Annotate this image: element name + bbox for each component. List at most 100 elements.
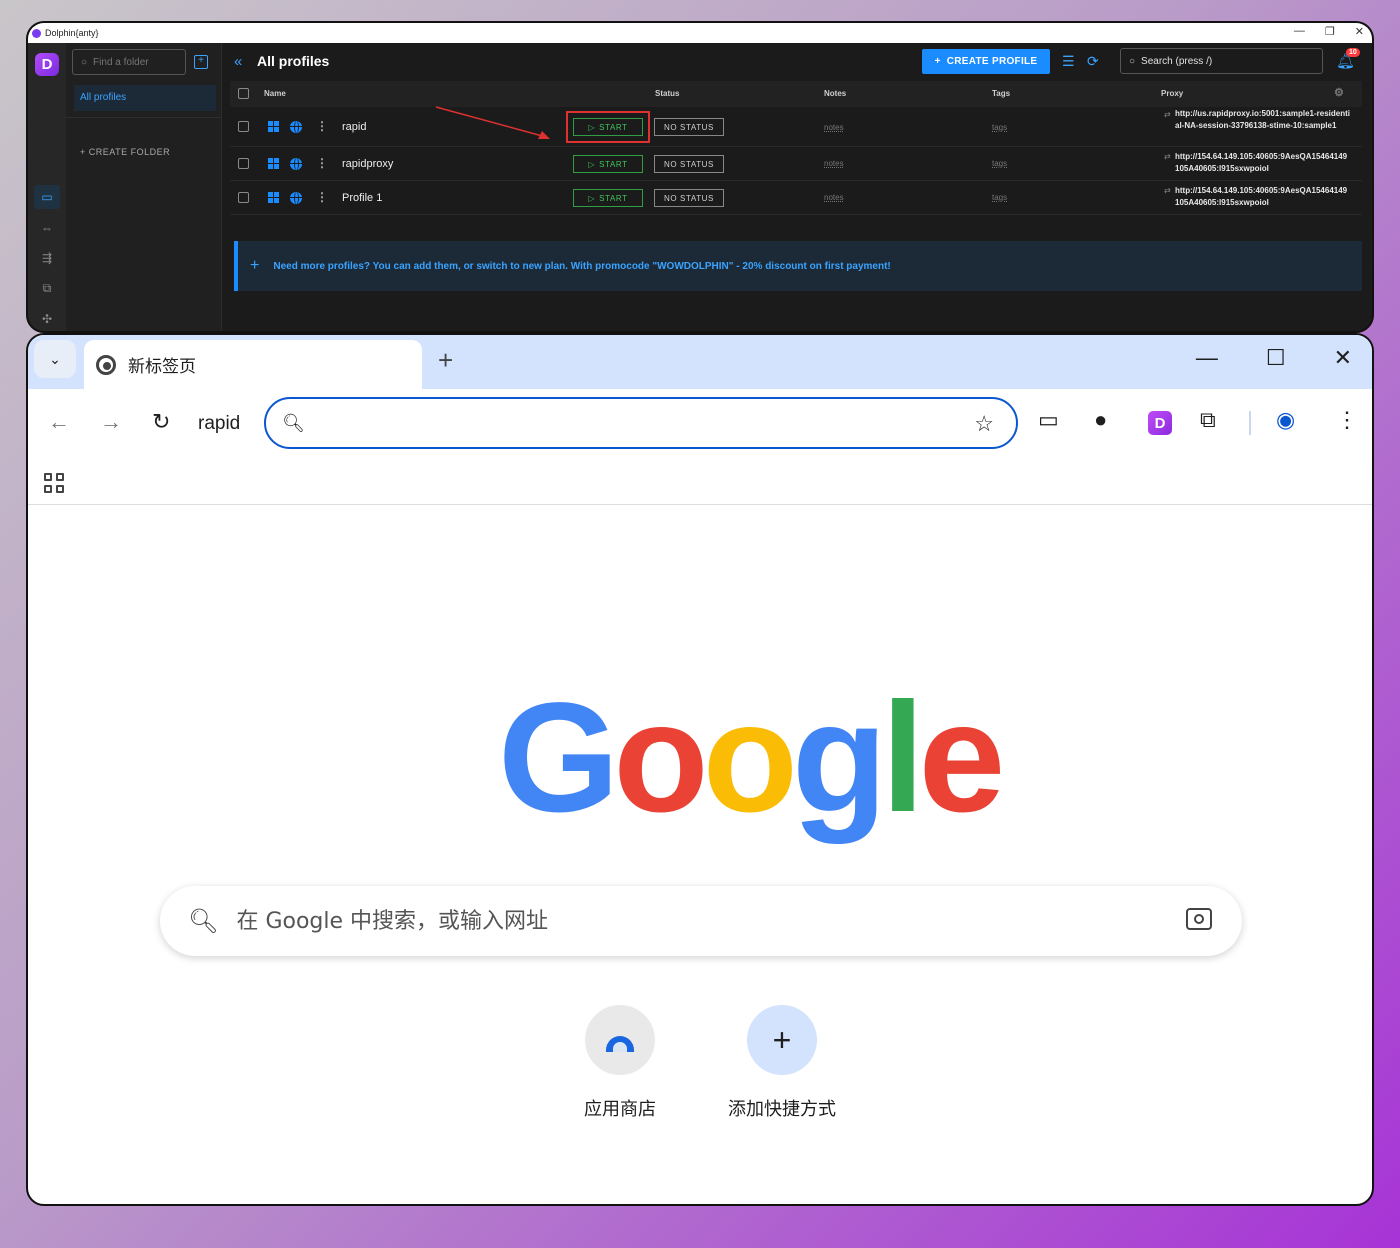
refresh-icon[interactable]: ⟳	[1087, 53, 1099, 70]
new-tab-plus-icon[interactable]: +	[438, 345, 453, 376]
row-menu-icon[interactable]: ⋮	[316, 190, 328, 204]
back-icon[interactable]: ←	[48, 409, 70, 435]
promo-banner[interactable]: + Need more profiles? You can add them, …	[234, 241, 1362, 291]
profile-avatar-icon[interactable]: ◉	[1276, 407, 1295, 433]
col-notes[interactable]: Notes	[824, 89, 846, 98]
extensions-nav-icon[interactable]: ✣	[34, 307, 60, 331]
forward-icon[interactable]: →	[100, 409, 122, 435]
tab-strip: ⌄ 新标签页 + — ☐ ✕	[28, 335, 1372, 389]
link-nav-icon[interactable]: ⇔	[34, 215, 60, 239]
dolphin-logo-icon	[32, 28, 41, 38]
copy-nav-icon[interactable]: ⧉	[34, 276, 60, 300]
reload-icon[interactable]: ↻	[152, 409, 170, 435]
chrome-window: ⌄ 新标签页 + — ☐ ✕ ← → ↻ rapid 🔍︎ ☆ ▭ ● D ⧉ …	[26, 333, 1374, 1206]
profile-search[interactable]: ○	[1120, 48, 1323, 74]
more-menu-icon[interactable]: ⋮	[1336, 407, 1358, 433]
profile-name[interactable]: rapidproxy	[342, 158, 393, 170]
close-icon[interactable]: ✕	[1334, 345, 1352, 371]
bookmark-star-icon[interactable]: ☆	[974, 411, 994, 437]
notes-field[interactable]: notes	[824, 193, 844, 202]
profile-name[interactable]: Profile 1	[342, 192, 382, 204]
close-icon[interactable]: ✕	[1355, 25, 1364, 38]
globe-icon	[290, 192, 302, 204]
search-icon: 🔍︎	[188, 907, 219, 935]
col-proxy[interactable]: Proxy	[1161, 89, 1183, 98]
table-row[interactable]: ⋮ rapid ▷ START NO STATUS notes tags ⇄ ht…	[230, 107, 1362, 147]
select-all-checkbox[interactable]	[238, 88, 249, 99]
status-button[interactable]: NO STATUS	[654, 155, 724, 173]
add-folder-icon[interactable]: +	[194, 55, 208, 69]
folder-all-profiles[interactable]: All profiles	[74, 85, 216, 111]
window-controls: — ☐ ✕	[1196, 345, 1352, 371]
col-status[interactable]: Status	[655, 89, 679, 98]
table-row[interactable]: ⋮ rapidproxy ▷ START NO STATUS notes tags…	[230, 147, 1362, 181]
table-header: Name Status Notes Tags Proxy ⚙	[230, 81, 1362, 107]
profile-name[interactable]: rapid	[342, 121, 366, 133]
minimize-icon[interactable]: —	[1196, 345, 1218, 371]
shortcut-add[interactable]: + 添加快捷方式	[722, 1005, 842, 1121]
page-title: All profiles	[257, 53, 330, 69]
video-camera-icon[interactable]: ▭	[1038, 407, 1059, 433]
apps-grid-icon[interactable]	[44, 473, 64, 493]
col-tags[interactable]: Tags	[992, 89, 1010, 98]
proxy-value[interactable]: http://154.64.149.105:40605:9AesQA154641…	[1175, 185, 1351, 209]
maximize-icon[interactable]: ☐	[1266, 345, 1286, 371]
filter-icon[interactable]: ☰	[1062, 53, 1075, 70]
profile-search-input[interactable]	[1141, 55, 1302, 67]
automation-nav-icon[interactable]: ⇶	[34, 246, 60, 270]
dolphin-window: Dolphin{anty} — ❐ ✕ D ▭ ⇔ ⇶ ⧉ ✣ ○ + All …	[26, 21, 1374, 333]
dolphin-extension-icon[interactable]: D	[1148, 411, 1172, 435]
google-search-box[interactable]: 🔍︎	[160, 886, 1242, 956]
search-icon: ○	[1129, 55, 1136, 67]
profiles-nav-icon[interactable]: ▭	[34, 184, 60, 210]
notes-field[interactable]: notes	[824, 159, 844, 168]
divider	[66, 117, 221, 118]
extensions-puzzle-icon[interactable]: ⧉	[1200, 407, 1216, 433]
row-menu-icon[interactable]: ⋮	[316, 156, 328, 170]
row-checkbox[interactable]	[238, 158, 249, 169]
minimize-icon[interactable]: —	[1294, 25, 1305, 38]
row-menu-icon[interactable]: ⋮	[316, 119, 328, 133]
row-checkbox[interactable]	[238, 192, 249, 203]
profile-name-label: rapid	[198, 413, 241, 434]
start-button[interactable]: ▷ START	[573, 189, 643, 207]
app-logo[interactable]: D	[35, 53, 59, 76]
omnibox-input[interactable]	[318, 414, 1016, 432]
omnibox[interactable]: 🔍︎ ☆	[264, 397, 1018, 449]
shortcut-web-store[interactable]: 应用商店	[560, 1005, 680, 1121]
row-checkbox[interactable]	[238, 121, 249, 132]
proxy-value[interactable]: http://us.rapidproxy.io:5001:sample1-res…	[1175, 108, 1351, 132]
bookmarks-bar	[28, 461, 1372, 505]
restore-icon[interactable]: ❐	[1325, 25, 1335, 38]
shortcut-label: 添加快捷方式	[728, 1099, 836, 1120]
folder-search-input[interactable]	[93, 56, 174, 68]
notes-field[interactable]: notes	[824, 123, 844, 132]
camera-search-icon[interactable]	[1186, 908, 1212, 930]
status-button[interactable]: NO STATUS	[654, 118, 724, 136]
folders-panel: ○ + All profiles + CREATE FOLDER	[66, 43, 222, 331]
table-row[interactable]: ⋮ Profile 1 ▷ START NO STATUS notes tags …	[230, 181, 1362, 215]
cookie-icon[interactable]: ●	[1094, 407, 1107, 433]
settings-gear-icon[interactable]: ⚙	[1334, 86, 1344, 99]
logo-letter: G	[498, 671, 619, 845]
start-button[interactable]: ▷ START	[573, 118, 643, 136]
create-profile-button[interactable]: + CREATE PROFILE	[922, 49, 1050, 74]
tags-field[interactable]: tags	[992, 159, 1007, 168]
create-folder-button[interactable]: + CREATE FOLDER	[80, 147, 170, 157]
collapse-icon[interactable]: «	[234, 53, 242, 70]
create-profile-label: CREATE PROFILE	[946, 56, 1038, 67]
tab-title: 新标签页	[128, 357, 196, 376]
status-button[interactable]: NO STATUS	[654, 189, 724, 207]
col-name[interactable]: Name	[264, 89, 286, 98]
start-button[interactable]: ▷ START	[573, 155, 643, 173]
toolbar-divider	[1249, 411, 1251, 435]
folder-search[interactable]: ○	[72, 49, 186, 75]
google-search-input[interactable]	[236, 908, 1242, 934]
proxy-swap-icon: ⇄	[1164, 152, 1171, 161]
tags-field[interactable]: tags	[992, 193, 1007, 202]
play-icon: ▷	[588, 193, 596, 203]
tab-search-button[interactable]: ⌄	[34, 340, 76, 378]
tab-new-tab[interactable]: 新标签页	[84, 340, 422, 389]
tags-field[interactable]: tags	[992, 123, 1007, 132]
proxy-value[interactable]: http://154.64.149.105:40605:9AesQA154641…	[1175, 151, 1351, 175]
